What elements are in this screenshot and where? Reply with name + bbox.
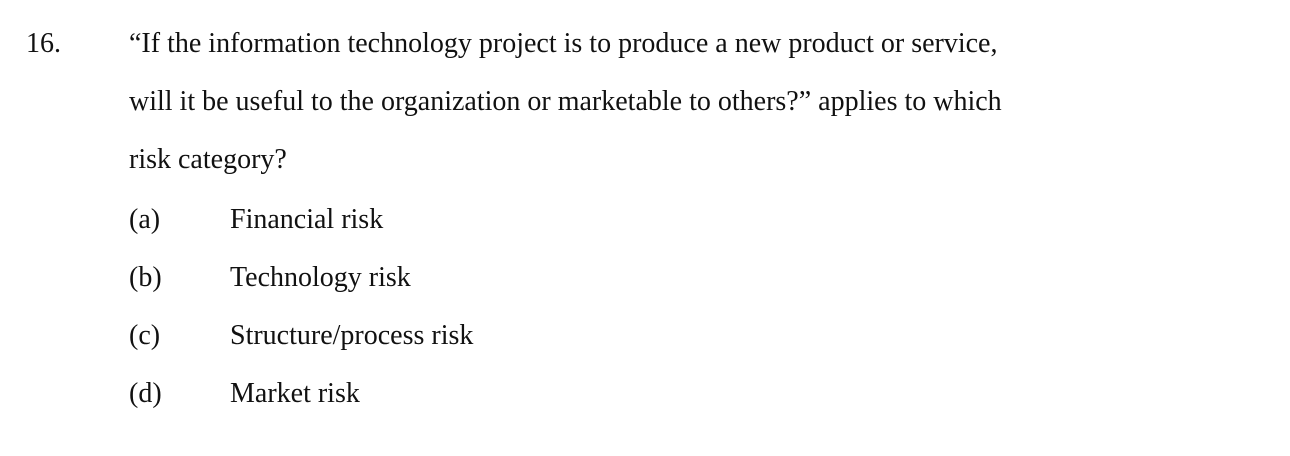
option-d: (d) Market risk [129, 372, 1229, 430]
question-number: 16. [26, 28, 61, 59]
option-b: (b) Technology risk [129, 256, 1229, 314]
option-b-text: Technology risk [230, 262, 411, 293]
question-line-2: will it be useful to the organization or… [129, 86, 1002, 117]
option-d-text: Market risk [230, 378, 360, 409]
option-a: (a) Financial risk [129, 198, 1229, 256]
question-line-1: “If the information technology project i… [129, 28, 998, 59]
question-text: “If the information technology project i… [129, 22, 1249, 196]
question-line-3: risk category? [129, 144, 287, 175]
option-c-letter: (c) [129, 320, 161, 351]
option-b-letter: (b) [129, 262, 162, 293]
option-a-letter: (a) [129, 204, 161, 235]
option-a-text: Financial risk [230, 204, 384, 235]
question-block: 16. “If the information technology proje… [0, 0, 1290, 456]
option-c-text: Structure/process risk [230, 320, 474, 351]
option-c: (c) Structure/process risk [129, 314, 1229, 372]
option-d-letter: (d) [129, 378, 162, 409]
answer-options: (a) Financial risk (b) Technology risk (… [129, 198, 1229, 430]
